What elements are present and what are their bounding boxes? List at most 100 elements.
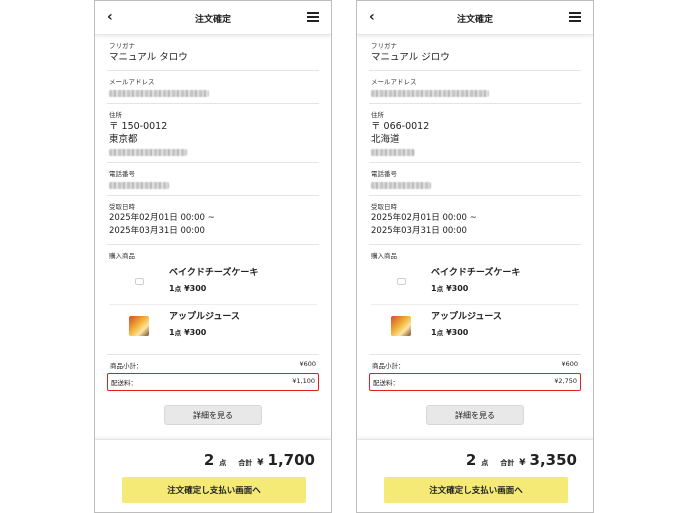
subtotal-label: 商品小計：	[110, 362, 143, 370]
list-item: ベイクドチーズケーキ 1点 ¥300	[109, 267, 317, 305]
shipping-value: ¥1,100	[292, 377, 315, 385]
address-blurred-value	[371, 149, 415, 156]
price-summary: 商品小計： ¥600 配送料： ¥1,100	[107, 357, 319, 391]
address-label: 住所	[371, 111, 384, 119]
pickup-end: 2025年03月31日 00:00	[109, 226, 205, 236]
total-amount: 1,700	[267, 451, 315, 469]
cheesecake-thumbnail	[396, 278, 406, 285]
shipping-value: ¥2,750	[554, 377, 577, 385]
view-details-button[interactable]: 詳細を見る	[426, 405, 524, 425]
item-count-unit: 点	[481, 459, 489, 467]
furigana-label: フリガナ	[371, 42, 397, 50]
product-name: ベイクドチーズケーキ	[431, 268, 521, 278]
postal-code: 〒 150-0012	[109, 121, 168, 132]
shipping-label: 配送料：	[111, 379, 137, 387]
product-qty-unit: 点	[436, 329, 444, 337]
item-count: 2	[465, 451, 477, 469]
product-name: アップルジュース	[169, 312, 240, 322]
page-title: 注文確定	[456, 15, 493, 25]
subtotal-label: 商品小計：	[372, 362, 405, 370]
currency-symbol: ¥	[519, 458, 526, 468]
confirm-order-button[interactable]: 注文確定し支払い画面へ	[384, 477, 568, 503]
email-blurred-value	[109, 90, 209, 97]
pickup-label: 受取日時	[109, 203, 135, 211]
products-label: 購入商品	[371, 252, 397, 260]
pickup-end: 2025年03月31日 00:00	[371, 226, 467, 236]
view-details-button[interactable]: 詳細を見る	[164, 405, 262, 425]
product-qty: 1	[169, 328, 175, 337]
apple-juice-thumbnail	[129, 315, 149, 336]
product-price: ¥300	[184, 284, 207, 293]
address-section: 住所 〒 150-0012 東京都	[107, 104, 319, 163]
order-footer: 2 点 合計 ¥ 1,700 注文確定し支払い画面へ	[95, 439, 331, 512]
product-price: ¥300	[184, 328, 207, 337]
item-count: 2	[203, 451, 215, 469]
total-amount: 3,350	[529, 451, 577, 469]
hamburger-menu-icon[interactable]	[569, 12, 581, 22]
phone-screen-right: ‹ 注文確定 フリガナ マニュアル ジロウ メールアドレス 住所 〒 066-0…	[356, 0, 594, 513]
list-item: アップルジュース 1点 ¥300	[109, 311, 317, 348]
pickup-start: 2025年02月01日 00:00 ~	[109, 213, 215, 223]
shipping-label: 配送料：	[373, 379, 399, 387]
email-section: メールアドレス	[107, 71, 319, 104]
subtotal-value: ¥600	[561, 360, 578, 368]
product-qty: 1	[169, 284, 175, 293]
pickup-start: 2025年02月01日 00:00 ~	[371, 213, 477, 223]
cheesecake-thumbnail	[134, 278, 144, 285]
product-qty: 1	[431, 284, 437, 293]
item-count-unit: 点	[219, 459, 227, 467]
address-section: 住所 〒 066-0012 北海道	[369, 104, 581, 163]
shipping-row: 配送料： ¥2,750	[369, 373, 581, 391]
currency-symbol: ¥	[257, 458, 264, 468]
list-item: アップルジュース 1点 ¥300	[371, 311, 579, 348]
phone-blurred-value	[371, 182, 431, 189]
email-blurred-value	[371, 90, 489, 97]
subtotal-row: 商品小計： ¥600	[369, 357, 581, 373]
phone-section: 電話番号	[369, 163, 581, 196]
total-label: 合計	[238, 459, 253, 467]
list-item: ベイクドチーズケーキ 1点 ¥300	[371, 267, 579, 305]
furigana-section: フリガナ マニュアル ジロウ	[369, 35, 581, 71]
subtotal-value: ¥600	[299, 360, 316, 368]
pickup-section: 受取日時 2025年02月01日 00:00 ~ 2025年03月31日 00:…	[107, 196, 319, 245]
app-header: ‹ 注文確定	[357, 1, 593, 35]
postal-code: 〒 066-0012	[371, 121, 430, 132]
hamburger-menu-icon[interactable]	[307, 12, 319, 22]
furigana-label: フリガナ	[109, 42, 135, 50]
product-qty-unit: 点	[174, 329, 182, 337]
apple-juice-thumbnail	[391, 315, 411, 336]
shipping-row: 配送料： ¥1,100	[107, 373, 319, 391]
subtotal-row: 商品小計： ¥600	[107, 357, 319, 373]
phone-screen-left: ‹ 注文確定 フリガナ マニュアル タロウ メールアドレス 住所 〒 150-0…	[94, 0, 332, 513]
product-qty-unit: 点	[174, 285, 182, 293]
furigana-value: マニュアル ジロウ	[371, 52, 450, 63]
phone-label: 電話番号	[371, 170, 397, 178]
products-label: 購入商品	[109, 252, 135, 260]
product-qty-unit: 点	[436, 285, 444, 293]
prefecture: 北海道	[371, 134, 400, 145]
products-section: 購入商品 ベイクドチーズケーキ 1点 ¥300 アップルジュース 1点 ¥300	[107, 245, 319, 355]
order-totals: 2 点 合計 ¥ 1,700	[204, 451, 315, 469]
product-price: ¥300	[446, 328, 469, 337]
confirm-order-button[interactable]: 注文確定し支払い画面へ	[122, 477, 306, 503]
order-totals: 2 点 合計 ¥ 3,350	[466, 451, 577, 469]
product-name: ベイクドチーズケーキ	[169, 268, 259, 278]
email-label: メールアドレス	[371, 78, 417, 86]
address-blurred-value	[109, 149, 187, 156]
email-label: メールアドレス	[109, 78, 155, 86]
furigana-value: マニュアル タロウ	[109, 52, 188, 63]
phone-label: 電話番号	[109, 170, 135, 178]
furigana-section: フリガナ マニュアル タロウ	[107, 35, 319, 71]
pickup-label: 受取日時	[371, 203, 397, 211]
address-label: 住所	[109, 111, 122, 119]
email-section: メールアドレス	[369, 71, 581, 104]
app-header: ‹ 注文確定	[95, 1, 331, 35]
products-section: 購入商品 ベイクドチーズケーキ 1点 ¥300 アップルジュース 1点 ¥300	[369, 245, 581, 355]
product-qty: 1	[431, 328, 437, 337]
product-name: アップルジュース	[431, 312, 502, 322]
price-summary: 商品小計： ¥600 配送料： ¥2,750	[369, 357, 581, 391]
phone-section: 電話番号	[107, 163, 319, 196]
product-price: ¥300	[446, 284, 469, 293]
order-footer: 2 点 合計 ¥ 3,350 注文確定し支払い画面へ	[357, 439, 593, 512]
phone-blurred-value	[109, 182, 169, 189]
